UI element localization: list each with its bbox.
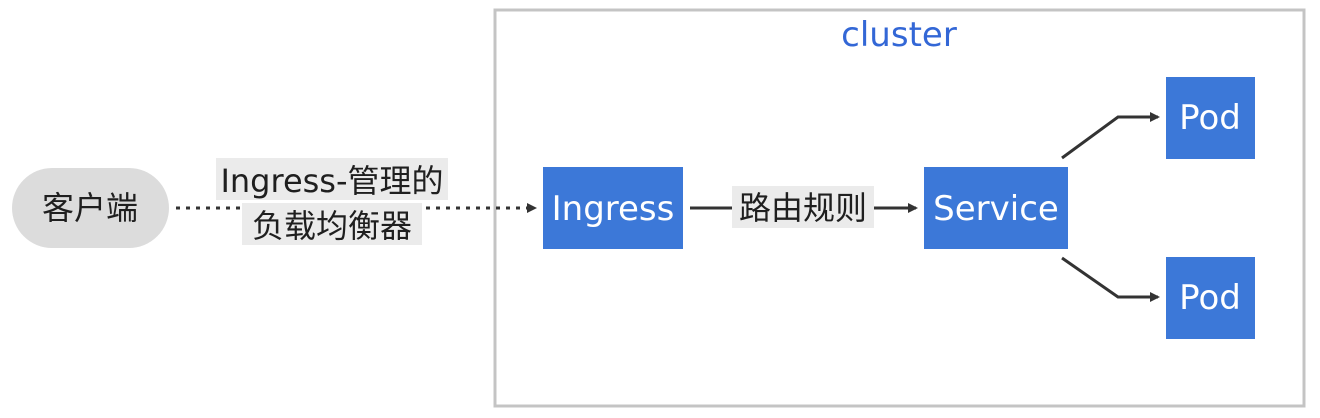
pod-top-label: Pod xyxy=(1179,98,1241,138)
ingress-label: Ingress xyxy=(552,189,675,229)
cluster-label: cluster xyxy=(841,15,957,55)
client-edge-label-line1: Ingress-管理的 xyxy=(220,162,443,200)
pod-bottom-label: Pod xyxy=(1179,278,1241,318)
service-label: Service xyxy=(933,189,1059,229)
architecture-diagram: cluster 客户端 Ingress-管理的 负载均衡器 Ingress 路由… xyxy=(12,8,1306,408)
service-edge-label: 路由规则 xyxy=(739,189,867,227)
client-label: 客户端 xyxy=(42,189,138,227)
client-edge-label-line2: 负载均衡器 xyxy=(252,207,412,245)
